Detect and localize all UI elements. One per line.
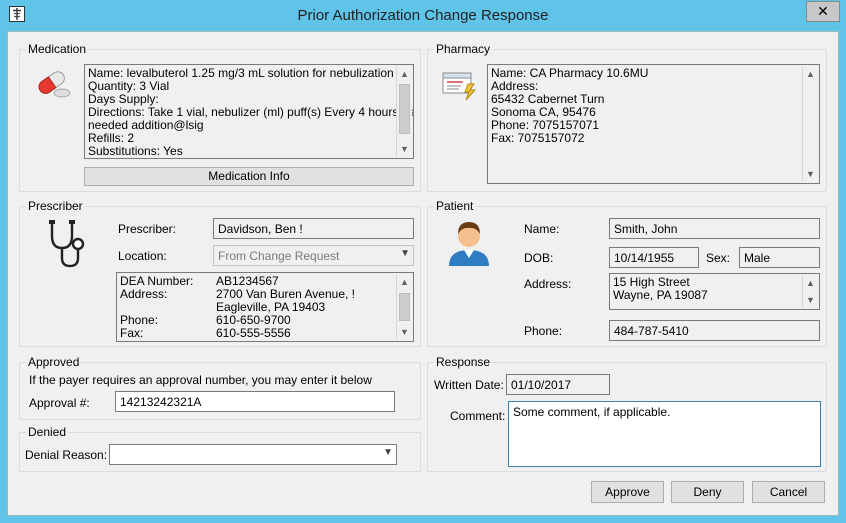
prescription-card-icon [441, 70, 479, 102]
pharmacy-line: Fax: 7075157072 [491, 131, 585, 145]
denial-reason-label: Denial Reason: [25, 448, 108, 462]
pharmacy-scrollbar[interactable]: ▲ ▼ [802, 66, 818, 182]
patient-address-line2: Wayne, PA 19087 [613, 288, 708, 302]
medication-info-button[interactable]: Medication Info [84, 167, 414, 186]
prescriber-details[interactable]: DEA Number: AB1234567 Address: 2700 Van Bu… [116, 272, 414, 342]
scroll-thumb[interactable] [399, 84, 410, 134]
scroll-up-icon[interactable]: ▲ [397, 274, 412, 290]
fax-value: 610-555-5556 [216, 326, 291, 340]
phone-value: 610-650-9700 [216, 313, 291, 327]
sex-field: Male [739, 247, 820, 268]
scroll-down-icon[interactable]: ▼ [397, 324, 412, 340]
pharmacy-legend: Pharmacy [436, 42, 491, 56]
address-line2: Eagleville, PA 19403 [216, 300, 326, 314]
comment-textarea[interactable]: Some comment, if applicable. [508, 401, 821, 467]
scroll-up-icon[interactable]: ▲ [803, 66, 818, 82]
approval-number-input[interactable]: 14213242321A [115, 391, 395, 412]
dialog-body: Medication Name: levalbuterol 1.25 mg/3 … [7, 31, 839, 516]
medication-line: needed addition@lsig [88, 118, 204, 132]
response-legend: Response [436, 355, 491, 369]
patient-phone-field: 484-787-5410 [609, 320, 820, 341]
medication-scrollbar[interactable]: ▲ ▼ [396, 66, 412, 157]
approve-button[interactable]: Approve [591, 481, 664, 503]
fax-label: Fax: [120, 326, 144, 340]
pharmacy-details[interactable]: Name: CA Pharmacy 10.6MU Address: 65432 … [487, 64, 820, 184]
written-date-label: Written Date: [434, 378, 504, 392]
pharmacy-line: Name: CA Pharmacy 10.6MU [491, 66, 649, 80]
prescriber-field: Davidson, Ben ! [213, 218, 414, 239]
patient-address-field[interactable]: 15 High Street Wayne, PA 19087 ▲ ▼ [609, 273, 820, 310]
dea-value: AB1234567 [216, 274, 279, 288]
patient-name-label: Name: [524, 222, 560, 236]
patient-address-scrollbar[interactable]: ▲ ▼ [802, 275, 818, 308]
medication-details[interactable]: Name: levalbuterol 1.25 mg/3 mL solution… [84, 64, 414, 159]
scroll-up-icon[interactable]: ▲ [397, 66, 412, 82]
scroll-down-icon[interactable]: ▼ [803, 292, 818, 308]
approval-label: Approval #: [29, 396, 90, 410]
prescriber-scrollbar[interactable]: ▲ ▼ [396, 274, 412, 340]
address-label: Address: [120, 287, 168, 301]
prescriber-legend: Prescriber [28, 199, 83, 213]
patient-legend: Patient [436, 199, 474, 213]
close-button[interactable]: ✕ [806, 1, 840, 22]
stethoscope-icon [42, 218, 88, 270]
dob-field: 10/14/1955 [609, 247, 699, 268]
deny-button[interactable]: Deny [671, 481, 744, 503]
window-title: Prior Authorization Change Response [297, 7, 549, 24]
comment-label: Comment: [450, 409, 506, 423]
sex-label: Sex: [706, 251, 731, 265]
pill-capsule-icon [32, 66, 72, 100]
location-value: From Change Request [218, 249, 340, 263]
scroll-thumb[interactable] [399, 293, 410, 321]
dialog-window: Prior Authorization Change Response ✕ Me… [0, 0, 846, 523]
approved-legend: Approved [28, 355, 80, 369]
title-bar[interactable]: Prior Authorization Change Response ✕ [0, 0, 846, 31]
close-icon: ✕ [817, 3, 829, 19]
address-line1: 2700 Van Buren Avenue, ! [216, 287, 356, 301]
chevron-down-icon: ▼ [400, 248, 410, 259]
dob-label: DOB: [524, 251, 554, 265]
cancel-button[interactable]: Cancel [752, 481, 825, 503]
medication-legend: Medication [28, 42, 87, 56]
prescriber-label: Prescriber: [118, 222, 177, 236]
scroll-down-icon[interactable]: ▼ [397, 141, 412, 157]
location-select[interactable]: From Change Request ▼ [213, 245, 414, 266]
denied-legend: Denied [28, 425, 67, 439]
fax-row: Fax: 610-555-5556 [120, 327, 410, 340]
person-avatar-icon [446, 216, 492, 268]
scroll-down-icon[interactable]: ▼ [803, 166, 818, 182]
scroll-up-icon[interactable]: ▲ [803, 275, 818, 291]
location-label: Location: [118, 249, 167, 263]
medication-line: Substitutions: Yes [88, 144, 183, 158]
patient-phone-label: Phone: [524, 324, 563, 338]
denial-reason-select[interactable]: ▼ [109, 444, 397, 465]
written-date-field: 01/10/2017 [506, 374, 610, 395]
patient-address-label: Address: [524, 277, 572, 291]
patient-name-field: Smith, John [609, 218, 820, 239]
approval-hint: If the payer requires an approval number… [29, 373, 372, 387]
chevron-down-icon: ▼ [383, 447, 393, 458]
